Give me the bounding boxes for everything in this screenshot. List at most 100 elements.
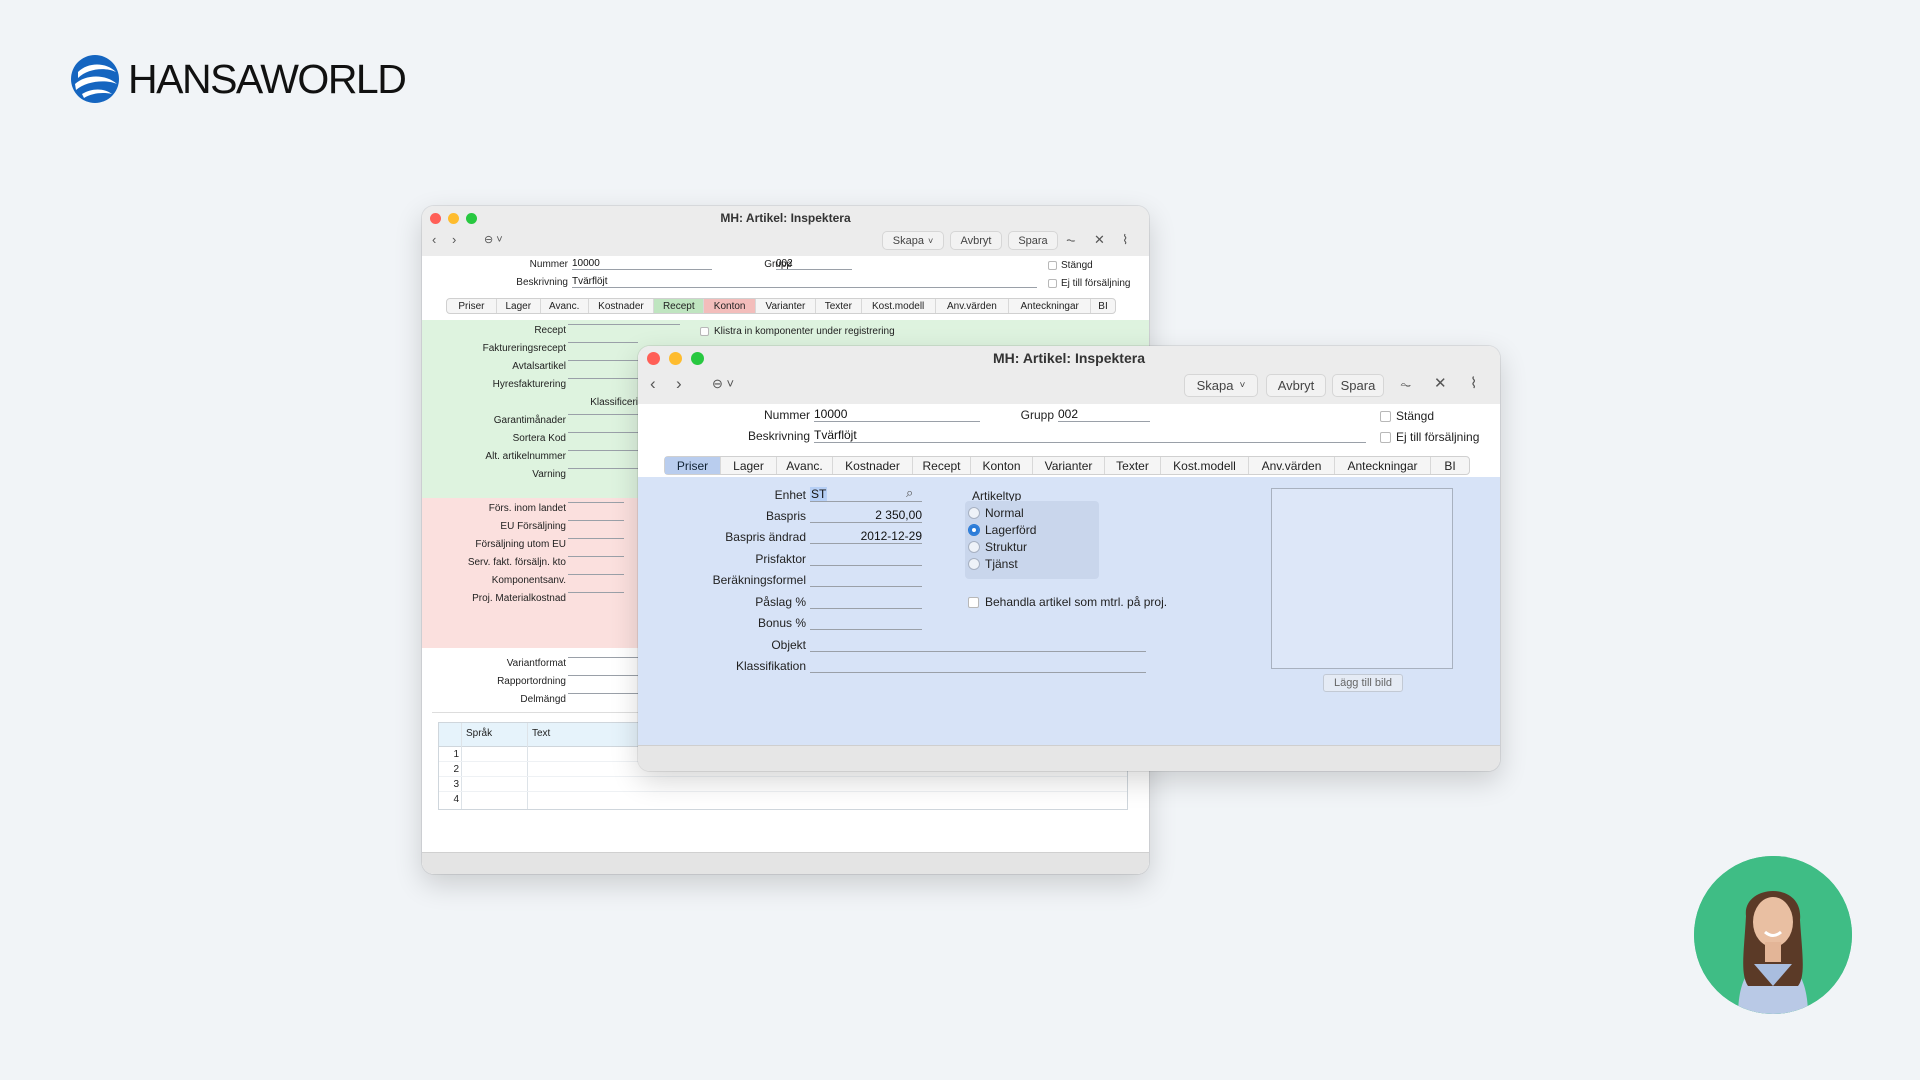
tab-konton[interactable]: Konton xyxy=(704,299,757,313)
tab-priser[interactable]: Priser xyxy=(447,299,497,313)
expand-icon[interactable]: ✕ xyxy=(1434,374,1447,392)
object-field[interactable] xyxy=(810,637,1146,652)
project-material-cost-field[interactable] xyxy=(568,592,624,593)
base-price-field[interactable]: 2 350,00 xyxy=(810,508,922,523)
avatar-portrait-icon xyxy=(1694,856,1852,1014)
cancel-button[interactable]: Avbryt xyxy=(1266,374,1326,397)
object-label: Objekt xyxy=(771,638,806,652)
tab-anteckningar[interactable]: Anteckningar xyxy=(1009,299,1092,313)
rental-invoicing-field[interactable] xyxy=(568,378,638,379)
tab-avanc[interactable]: Avanc. xyxy=(777,457,833,474)
domestic-sales-field[interactable] xyxy=(568,502,624,503)
radio-service-circle[interactable] xyxy=(968,558,980,570)
group-field[interactable]: 002 xyxy=(776,258,852,270)
price-factor-label: Prisfaktor xyxy=(755,552,806,566)
tab-kost-modell[interactable]: Kost.modell xyxy=(1161,457,1249,474)
tab-anv-varden[interactable]: Anv.värden xyxy=(1249,457,1335,474)
tab-lager[interactable]: Lager xyxy=(497,299,541,313)
variant-format-field[interactable] xyxy=(568,657,638,658)
treat-as-material-checkbox[interactable]: Behandla artikel som mtrl. på proj. xyxy=(968,595,1167,609)
grid-col-language: Språk xyxy=(466,728,493,739)
tab-lager[interactable]: Lager xyxy=(721,457,777,474)
back-arrow-icon[interactable]: ‹ xyxy=(432,232,436,247)
forward-arrow-icon[interactable]: › xyxy=(676,374,682,394)
number-field[interactable]: 10000 xyxy=(572,258,712,270)
radio-stocked[interactable]: Lagerförd xyxy=(968,523,1036,537)
tab-texter[interactable]: Texter xyxy=(816,299,862,313)
treat-as-material-checkbox-box[interactable] xyxy=(968,596,979,608)
radio-normal[interactable]: Normal xyxy=(968,506,1024,520)
tab-varianter[interactable]: Varianter xyxy=(1033,457,1105,474)
create-button[interactable]: Skapa ˅ xyxy=(1184,374,1258,397)
more-options-icon[interactable]: ⊖ ˅ xyxy=(712,376,734,392)
tab-anteckningar[interactable]: Anteckningar xyxy=(1335,457,1431,474)
report-order-field[interactable] xyxy=(568,675,638,676)
component-usage-field[interactable] xyxy=(568,574,624,575)
tab-kostnader[interactable]: Kostnader xyxy=(833,457,913,474)
radio-stocked-circle[interactable] xyxy=(968,524,980,536)
sort-code-field[interactable] xyxy=(568,432,638,433)
item-image-placeholder[interactable] xyxy=(1271,488,1453,669)
recipe-field[interactable] xyxy=(568,324,680,325)
not-for-sale-checkbox[interactable]: Ej till försäljning xyxy=(1048,278,1130,289)
search-icon[interactable]: ⌕ xyxy=(906,485,913,501)
tab-konton[interactable]: Konton xyxy=(971,457,1033,474)
radio-structure[interactable]: Struktur xyxy=(968,540,1027,554)
add-image-button[interactable]: Lägg till bild xyxy=(1323,674,1403,692)
radio-normal-circle[interactable] xyxy=(968,507,980,519)
paperclip-icon[interactable]: ⌇ xyxy=(1470,374,1477,392)
activity-icon[interactable]: ⏦ xyxy=(1066,233,1076,248)
radio-structure-circle[interactable] xyxy=(968,541,980,553)
save-button[interactable]: Spara xyxy=(1008,231,1058,250)
contract-item-field[interactable] xyxy=(568,360,638,361)
tab-anv-varden[interactable]: Anv.värden xyxy=(936,299,1010,313)
activity-icon[interactable]: ⏦ xyxy=(1400,376,1411,393)
non-eu-sales-field[interactable] xyxy=(568,538,624,539)
tab-priser[interactable]: Priser xyxy=(665,457,721,474)
save-button[interactable]: Spara xyxy=(1332,374,1384,397)
markup-field[interactable] xyxy=(810,594,922,609)
bonus-field[interactable] xyxy=(810,615,922,630)
subset-field[interactable] xyxy=(568,693,638,694)
closed-checkbox-box[interactable] xyxy=(1048,261,1057,270)
paperclip-icon[interactable]: ⌇ xyxy=(1122,232,1128,248)
paste-components-checkbox[interactable]: Klistra in komponenter under registrerin… xyxy=(700,326,895,337)
warranty-months-field[interactable] xyxy=(568,414,638,415)
tab-recept[interactable]: Recept xyxy=(654,299,705,313)
radio-service[interactable]: Tjänst xyxy=(968,557,1018,571)
more-options-icon[interactable]: ⊖ ˅ xyxy=(484,233,503,246)
eu-sales-field[interactable] xyxy=(568,520,624,521)
paste-components-checkbox-box[interactable] xyxy=(700,327,709,336)
tab-kost-modell[interactable]: Kost.modell xyxy=(862,299,936,313)
tab-recept[interactable]: Recept xyxy=(913,457,971,474)
closed-checkbox-box[interactable] xyxy=(1380,410,1391,422)
not-for-sale-checkbox-label: Ej till försäljning xyxy=(1061,278,1131,289)
alt-item-number-field[interactable] xyxy=(568,450,638,451)
base-price-changed-field[interactable]: 2012-12-29 xyxy=(810,529,922,544)
create-button[interactable]: Skapa ˅ xyxy=(882,231,944,250)
tab-bi[interactable]: BI xyxy=(1091,299,1115,313)
forward-arrow-icon[interactable]: › xyxy=(452,232,456,247)
calc-formula-field[interactable] xyxy=(810,572,922,587)
tab-varianter[interactable]: Varianter xyxy=(756,299,816,313)
description-field[interactable]: Tvärflöjt xyxy=(814,428,1366,443)
not-for-sale-checkbox-box[interactable] xyxy=(1048,279,1057,288)
description-field[interactable]: Tvärflöjt xyxy=(572,276,1037,288)
tab-avanc[interactable]: Avanc. xyxy=(541,299,589,313)
expand-icon[interactable]: ✕ xyxy=(1094,232,1105,248)
service-invoice-account-field[interactable] xyxy=(568,556,624,557)
warning-field[interactable] xyxy=(568,468,638,469)
group-field[interactable]: 002 xyxy=(1058,407,1150,422)
not-for-sale-checkbox-box[interactable] xyxy=(1380,431,1391,443)
tab-bi[interactable]: BI xyxy=(1431,457,1469,474)
classification-field[interactable] xyxy=(810,658,1146,673)
not-for-sale-checkbox[interactable]: Ej till försäljning xyxy=(1380,430,1479,444)
closed-checkbox[interactable]: Stängd xyxy=(1048,260,1093,271)
tab-kostnader[interactable]: Kostnader xyxy=(589,299,655,313)
back-arrow-icon[interactable]: ‹ xyxy=(650,374,656,394)
closed-checkbox[interactable]: Stängd xyxy=(1380,409,1434,423)
price-factor-field[interactable] xyxy=(810,551,922,566)
cancel-button[interactable]: Avbryt xyxy=(950,231,1002,250)
tab-texter[interactable]: Texter xyxy=(1105,457,1161,474)
invoicing-recipe-field[interactable] xyxy=(568,342,638,343)
